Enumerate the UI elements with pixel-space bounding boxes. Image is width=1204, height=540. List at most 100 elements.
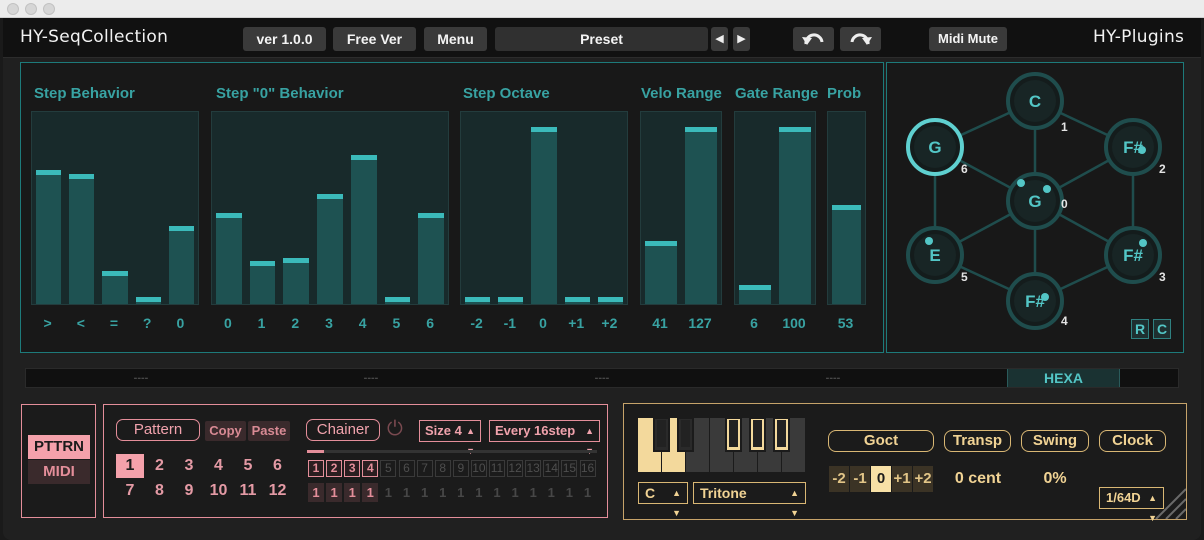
chain-step-value[interactable]: 1	[580, 483, 596, 502]
gate-range-bar[interactable]	[779, 127, 811, 304]
pattern-slot-6[interactable]: 6	[264, 454, 292, 478]
pattern-mode-button[interactable]: PTTRN	[28, 435, 90, 459]
tab-2[interactable]: ----	[256, 369, 486, 387]
chain-step-8[interactable]: 8	[434, 460, 451, 477]
step-zero-behavior-graph[interactable]	[211, 111, 449, 305]
step-zero-behavior-bar[interactable]	[249, 261, 276, 304]
step-octave-bar[interactable]	[465, 296, 491, 304]
chain-step-6[interactable]: 6	[398, 460, 415, 477]
prob-bar[interactable]	[832, 205, 861, 304]
tab-4[interactable]: ----	[718, 369, 948, 387]
chain-step-7[interactable]: 7	[416, 460, 433, 477]
chain-step-value[interactable]: 1	[561, 483, 577, 502]
pattern-slot-7[interactable]: 7	[116, 479, 144, 503]
chain-size-select[interactable]: Size 4 ▲▼	[419, 420, 481, 456]
pattern-slot-11[interactable]: 11	[234, 479, 262, 503]
chain-step-3[interactable]: 3	[344, 460, 361, 477]
midi-mode-button[interactable]: MIDI	[28, 460, 90, 484]
chain-step-value[interactable]: 1	[362, 483, 379, 502]
pattern-slot-1[interactable]: 1	[116, 454, 144, 478]
chain-step-value[interactable]: 1	[471, 483, 487, 502]
swing-button[interactable]: Swing	[1021, 430, 1089, 452]
transp-button[interactable]: Transp	[944, 430, 1011, 452]
minimize-window-button[interactable]	[25, 3, 37, 15]
hexa-node-2[interactable]: F# 2	[1104, 118, 1166, 176]
step-octave-bar[interactable]	[531, 127, 557, 304]
scale-select[interactable]: Tritone ▲ ▼	[693, 482, 806, 518]
step-zero-behavior-bar[interactable]	[418, 212, 444, 304]
hexa-node-4[interactable]: F# 4	[1006, 272, 1068, 330]
goct-option[interactable]: -2	[829, 466, 849, 492]
pattern-slot-5[interactable]: 5	[234, 454, 262, 478]
chain-step-value[interactable]: 1	[507, 483, 523, 502]
redo-button[interactable]	[840, 27, 881, 51]
chain-every-select[interactable]: Every 16step ▲▼	[489, 420, 600, 456]
chain-step-10[interactable]: 10	[470, 460, 487, 477]
resize-grip-icon[interactable]	[1146, 479, 1186, 519]
preset-selector[interactable]: Preset	[495, 27, 708, 51]
chain-step-16[interactable]: 16	[579, 460, 596, 477]
step-zero-behavior-bar[interactable]	[283, 257, 310, 304]
chain-step-value[interactable]: 1	[344, 483, 361, 502]
chain-step-11[interactable]: 11	[489, 460, 505, 477]
version-button[interactable]: ver 1.0.0	[243, 27, 326, 51]
power-icon[interactable]: ⏻	[387, 418, 403, 441]
chain-step-value[interactable]: 1	[525, 483, 541, 502]
root-note-select[interactable]: C ▲ ▼	[638, 482, 688, 518]
chain-step-value[interactable]: 1	[308, 483, 324, 502]
chain-step-1[interactable]: 1	[308, 460, 324, 477]
copy-button[interactable]: Copy	[205, 421, 246, 441]
goct-option[interactable]: +1	[892, 466, 912, 492]
zoom-window-button[interactable]	[43, 3, 55, 15]
step-octave-graph[interactable]	[460, 111, 628, 305]
chain-step-14[interactable]: 14	[543, 460, 560, 477]
velo-range-bar[interactable]	[685, 127, 717, 304]
step-behavior-bar[interactable]	[135, 296, 161, 304]
keyboard-display[interactable]	[638, 418, 806, 472]
step-behavior-bar[interactable]	[36, 170, 62, 304]
chain-step-value[interactable]: 1	[326, 483, 343, 502]
hexa-c-button[interactable]: C	[1153, 319, 1171, 339]
pattern-slot-2[interactable]: 2	[146, 454, 174, 478]
velo-range-graph[interactable]	[640, 111, 722, 305]
step-zero-behavior-bar[interactable]	[317, 194, 343, 304]
step-zero-behavior-bar[interactable]	[384, 296, 411, 304]
pattern-slot-8[interactable]: 8	[146, 479, 174, 503]
velo-range-bar[interactable]	[645, 240, 677, 304]
hexa-node-0[interactable]: G0	[1006, 172, 1068, 230]
hexa-node-5[interactable]: E5	[906, 226, 968, 284]
pattern-button[interactable]: Pattern	[116, 419, 200, 441]
pattern-slot-10[interactable]: 10	[205, 479, 233, 503]
step-octave-bar[interactable]	[597, 296, 623, 304]
chain-step-13[interactable]: 13	[525, 460, 542, 477]
goct-option[interactable]: -1	[850, 466, 870, 492]
chain-step-2[interactable]: 2	[326, 460, 343, 477]
step-behavior-bar[interactable]	[69, 173, 95, 304]
chain-step-5[interactable]: 5	[380, 460, 397, 477]
preset-next-button[interactable]: ▶	[733, 27, 750, 51]
chain-step-9[interactable]: 9	[452, 460, 469, 477]
step-octave-bar[interactable]	[564, 296, 590, 304]
preset-prev-button[interactable]: ◀	[711, 27, 728, 51]
close-window-button[interactable]	[7, 3, 19, 15]
chainer-button[interactable]: Chainer	[306, 419, 380, 441]
chain-step-value[interactable]: 1	[417, 483, 433, 502]
pattern-slot-12[interactable]: 12	[264, 479, 292, 503]
goct-option[interactable]: +2	[913, 466, 933, 492]
step-behavior-bar[interactable]	[102, 270, 128, 304]
chain-step-value[interactable]: 1	[489, 483, 505, 502]
tab-3[interactable]: ----	[486, 369, 718, 387]
chain-step-4[interactable]: 4	[362, 460, 379, 477]
pattern-slot-3[interactable]: 3	[175, 454, 203, 478]
clock-button[interactable]: Clock	[1099, 430, 1166, 452]
step-zero-behavior-bar[interactable]	[350, 155, 377, 304]
undo-button[interactable]	[793, 27, 834, 51]
swing-value[interactable]: 0%	[1016, 470, 1094, 488]
goct-option[interactable]: 0	[871, 466, 891, 492]
step-zero-behavior-bar[interactable]	[216, 212, 242, 304]
hexa-r-button[interactable]: R	[1131, 319, 1149, 339]
hexa-graph[interactable]: G 0C1F#2F#3F#4E5G6	[887, 63, 1185, 354]
chain-step-value[interactable]: 1	[435, 483, 451, 502]
pattern-slot-9[interactable]: 9	[175, 479, 203, 503]
chain-step-value[interactable]: 1	[380, 483, 396, 502]
